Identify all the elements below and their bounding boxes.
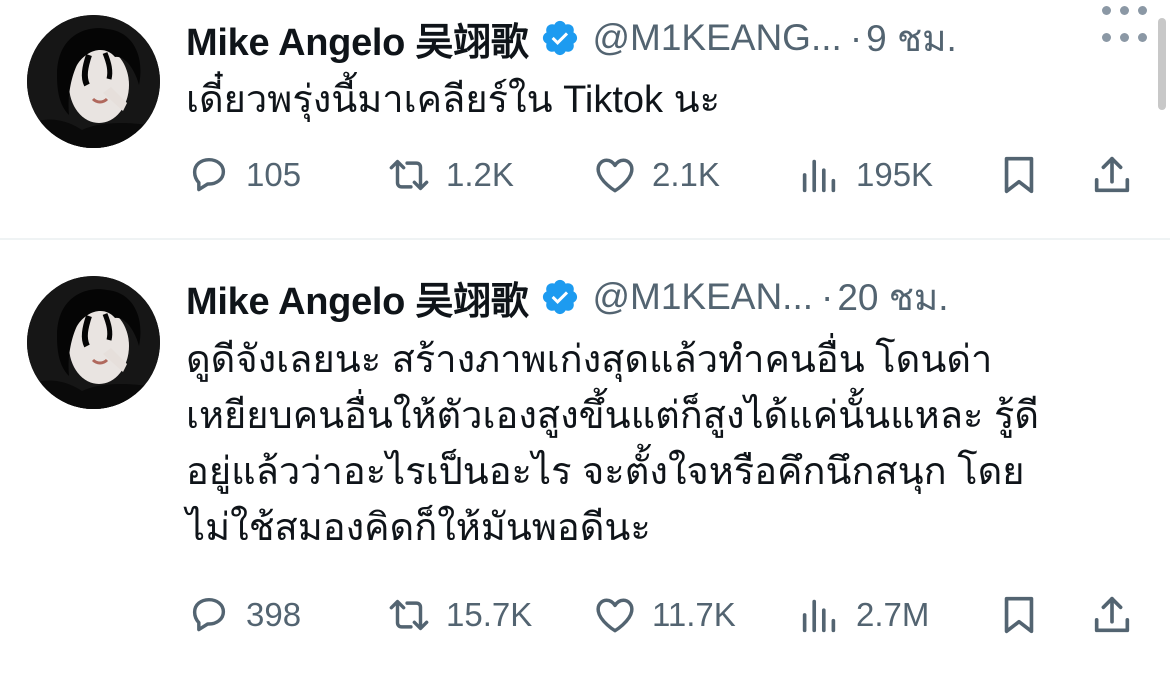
author-name[interactable]: Mike Angelo 吴翊歌 [186,270,529,325]
views-chart-icon [796,152,842,198]
tweet-text: เดี๋ยวพรุ่งนี้มาเคลียร์ใน Tiktok นะ [186,79,720,121]
like-count: 11.7K [652,596,736,633]
views-count: 2.7M [856,596,930,633]
tweet-timestamp[interactable]: 20 ชม. [837,268,948,327]
reply-button[interactable]: 105 [186,150,301,200]
views-count: 195K [856,156,934,193]
tweet-header: Mike Angelo 吴翊歌 @M1KEAN... · 20 ชม. [186,273,949,323]
retweet-button[interactable]: 15.7K [386,590,532,640]
avatar[interactable] [27,15,160,148]
views-chart-icon [796,592,842,638]
tweet-timestamp[interactable]: 9 ชม. [866,9,957,68]
tweet-header: Mike Angelo 吴翊歌 @M1KEANG... · 9 ชม. [186,14,957,64]
bookmark-button[interactable] [996,150,1042,200]
retweet-icon [386,152,432,198]
more-dots-icon[interactable] [1102,0,1148,20]
heart-icon [592,592,638,638]
like-count: 2.1K [652,156,720,193]
author-handle[interactable]: @M1KEAN... [592,276,813,318]
reply-count: 105 [246,156,302,193]
scrollbar[interactable] [1158,18,1166,110]
share-icon [1089,592,1135,638]
like-button[interactable]: 2.1K [592,150,720,200]
tweet-feed: Mike Angelo 吴翊歌 @M1KEANG... · 9 ชม. เดี๋… [0,0,1170,673]
tweet-actions: 398 15.7K 11.7K 2.7M [186,590,1146,640]
tweet[interactable]: Mike Angelo 吴翊歌 @M1KEAN... · 20 ชม. ดูดี… [0,240,1170,673]
share-icon [1089,152,1135,198]
tweet-actions: 105 1.2K 2.1K 195K [186,150,1146,200]
views-button[interactable]: 195K [796,150,933,200]
verified-badge-icon [540,18,580,58]
retweet-button[interactable]: 1.2K [386,150,514,200]
share-button[interactable] [1089,590,1135,640]
avatar[interactable] [27,276,160,409]
tweet-text: ดูดีจังเลยนะ สร้างภาพเก่งสุดแล้วทำคนอื่น… [186,339,1040,549]
reply-icon [186,592,232,638]
retweet-count: 15.7K [446,596,533,633]
retweet-count: 1.2K [446,156,514,193]
author-name[interactable]: Mike Angelo 吴翊歌 [186,11,529,66]
more-dots-icon[interactable] [1102,27,1148,47]
author-handle[interactable]: @M1KEANG... [592,17,841,59]
tweet[interactable]: Mike Angelo 吴翊歌 @M1KEANG... · 9 ชม. เดี๋… [0,0,1170,239]
heart-icon [592,152,638,198]
separator-dot: · [821,276,834,317]
views-button[interactable]: 2.7M [796,590,929,640]
retweet-icon [386,592,432,638]
reply-button[interactable]: 398 [186,590,301,640]
bookmark-icon [996,152,1042,198]
bookmark-icon [996,592,1042,638]
reply-count: 398 [246,596,302,633]
separator-dot: · [849,17,863,58]
bookmark-button[interactable] [996,590,1042,640]
verified-badge-icon [540,277,580,317]
reply-icon [186,152,232,198]
like-button[interactable]: 11.7K [592,590,736,640]
share-button[interactable] [1089,150,1135,200]
